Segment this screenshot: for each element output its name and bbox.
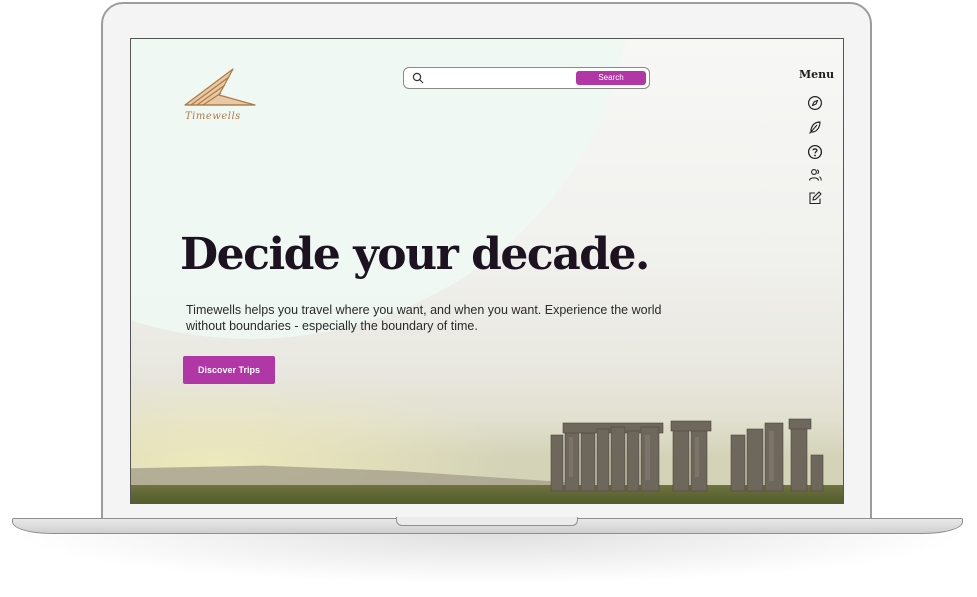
search-icon (412, 72, 424, 84)
search-bar[interactable]: Search (403, 67, 650, 89)
edit-icon[interactable] (807, 190, 823, 206)
hero-description: Timewells helps you travel where you wan… (186, 303, 662, 333)
search-button[interactable]: Search (576, 71, 646, 85)
help-icon[interactable] (807, 144, 823, 160)
users-icon[interactable] (807, 167, 823, 183)
laptop-mockup: Timewells Search Menu Decide your decade… (0, 0, 977, 597)
logo-wordmark: Timewells (185, 111, 241, 122)
laptop-notch (396, 517, 578, 526)
hero-headline: Decide your decade. (180, 229, 650, 280)
menu-label[interactable]: Menu (799, 68, 834, 81)
discover-trips-button[interactable]: Discover Trips (183, 356, 275, 384)
stonehenge-image (550, 418, 824, 492)
compass-icon[interactable] (807, 95, 823, 111)
laptop-shadow (10, 534, 967, 584)
feather-icon[interactable] (807, 119, 823, 135)
laptop-screen: Timewells Search Menu Decide your decade… (130, 38, 844, 504)
search-input[interactable] (430, 70, 574, 88)
